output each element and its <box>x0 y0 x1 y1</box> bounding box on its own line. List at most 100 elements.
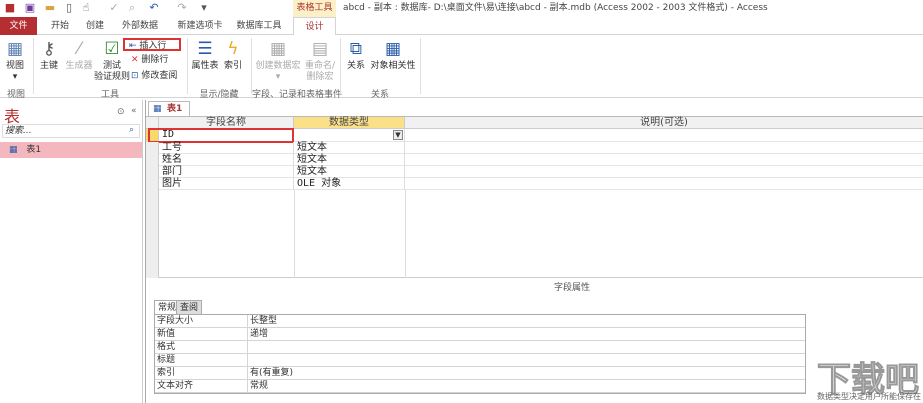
access-logo-icon: ■ <box>4 1 16 14</box>
divider <box>340 38 341 94</box>
relationships-button[interactable]: ⧉ 关系 <box>344 39 368 72</box>
search-icon[interactable]: ⌕ <box>129 125 134 135</box>
view-button[interactable]: ▦ 视图 ▾ <box>2 39 28 83</box>
rename-delete-macro-button[interactable]: ▤ 重命名/删除宏 <box>302 39 338 83</box>
rename-macro-label-2: 删除宏 <box>306 72 334 82</box>
tab-create[interactable]: 创建 <box>80 17 110 35</box>
row-selector[interactable] <box>146 154 159 166</box>
window-title: abcd - 副本 : 数据库- D:\桌面文件\易\连接\abcd - 副本.… <box>343 3 768 13</box>
field-name-cell[interactable]: 部门 <box>159 166 294 178</box>
data-type-cell[interactable] <box>294 129 405 142</box>
field-row[interactable]: 部门 短文本 <box>146 166 923 178</box>
delete-row-button[interactable]: ✕ 删除行 <box>131 54 168 67</box>
property-value[interactable]: 有(有重复) <box>247 367 807 380</box>
object-dependencies-label: 对象相关性 <box>370 61 416 71</box>
undo-icon[interactable]: ↶ <box>148 2 160 14</box>
save-icon[interactable]: ▣ <box>24 2 36 14</box>
tab-new-tab[interactable]: 新建选项卡 <box>172 17 228 35</box>
property-row[interactable]: 文本对齐 常规 <box>155 380 805 393</box>
key-icon: ⚷ <box>42 39 56 59</box>
nav-search-input[interactable]: 搜索... <box>2 124 140 138</box>
dropdown-arrow-icon[interactable]: ▼ <box>393 130 403 140</box>
lightning-icon: ϟ <box>227 39 239 59</box>
field-name-cell[interactable]: 工号 <box>159 142 294 154</box>
new-icon[interactable]: ▯ <box>63 2 75 14</box>
ribbon: ▦ 视图 ▾ 视图 ⚷ 主键 ⁄ 生成器 ☑ 测试 验证规则 ⇤ 插入行 ✕ 删除行 ⊡ 修… <box>0 35 923 100</box>
rename-macro-icon: ▤ <box>311 39 329 59</box>
property-value[interactable] <box>247 354 807 367</box>
data-type-cell[interactable]: 短文本 <box>294 154 405 166</box>
group-label-view: 视图 <box>6 90 25 100</box>
insert-row-button[interactable]: ⇤ 插入行 <box>123 38 181 51</box>
divider <box>251 38 252 94</box>
property-value[interactable]: 常规 <box>247 380 807 393</box>
indexes-button[interactable]: ϟ 索引 <box>222 39 244 72</box>
divider <box>187 38 188 94</box>
collapse-pane-icon[interactable]: « <box>131 106 137 116</box>
divider <box>405 190 406 278</box>
tab-home[interactable]: 开始 <box>44 17 76 35</box>
view-label: 视图 <box>5 61 24 71</box>
document-tab-table1[interactable]: ▦ 表1 <box>148 101 190 117</box>
field-row[interactable]: 姓名 短文本 <box>146 154 923 166</box>
header-description: 说明(可选) <box>405 117 923 129</box>
tab-database-tools[interactable]: 数据库工具 <box>234 17 284 35</box>
selected-field-highlight <box>148 128 294 143</box>
header-data-type: 数据类型 <box>294 117 405 129</box>
builder-button[interactable]: ⁄ 生成器 <box>62 39 96 72</box>
field-name-cell[interactable]: 姓名 <box>159 154 294 166</box>
divider <box>33 38 34 94</box>
property-row[interactable]: 标题 <box>155 354 805 367</box>
touch-mode-icon[interactable]: ☝ <box>80 2 92 14</box>
field-row[interactable]: 工号 短文本 <box>146 142 923 154</box>
property-value[interactable]: 递增 <box>247 328 807 341</box>
property-value[interactable] <box>247 341 807 354</box>
data-type-cell[interactable]: OLE 对象 <box>294 178 405 190</box>
open-icon[interactable]: ▬ <box>44 2 56 14</box>
object-dependencies-button[interactable]: ▦ 对象相关性 <box>370 39 416 72</box>
primary-key-button[interactable]: ⚷ 主键 <box>37 39 61 72</box>
modify-lookups-button[interactable]: ⊡ 修改查阅 <box>131 70 177 83</box>
group-label-relationships: 关系 <box>370 90 389 100</box>
view-icon: ▦ <box>6 39 24 59</box>
row-selector[interactable] <box>146 178 159 190</box>
property-row[interactable]: 字段大小 长整型 <box>155 315 805 328</box>
property-row[interactable]: 索引 有(有重复) <box>155 367 805 380</box>
property-value[interactable]: 长整型 <box>247 315 807 328</box>
field-name-cell[interactable]: 图片 <box>159 178 294 190</box>
table-icon: ▦ <box>153 104 162 114</box>
dependencies-icon: ▦ <box>384 39 402 59</box>
property-sheet-button[interactable]: ☰ 属性表 <box>190 39 220 72</box>
redo-icon[interactable]: ↷ <box>176 2 188 14</box>
print-preview-icon[interactable]: ⌕ <box>126 2 138 14</box>
customize-toolbar-icon[interactable]: ▾ <box>198 2 210 14</box>
macro-icon: ▦ <box>269 39 287 59</box>
spelling-icon[interactable]: ✓ <box>108 2 120 14</box>
wand-icon: ⁄ <box>77 39 81 59</box>
field-row[interactable]: 图片 OLE 对象 <box>146 178 923 190</box>
tab-design[interactable]: 设计 <box>293 17 336 36</box>
row-selector[interactable] <box>146 142 159 154</box>
relationships-icon: ⧉ <box>349 39 363 59</box>
row-selector[interactable] <box>146 166 159 178</box>
data-type-cell[interactable]: 短文本 <box>294 142 405 154</box>
test-rules-label-2: 验证规则 <box>94 72 131 82</box>
property-row[interactable]: 新值 递增 <box>155 328 805 341</box>
property-label: 字段大小 <box>157 316 194 326</box>
builder-label: 生成器 <box>65 61 93 71</box>
delete-row-icon: ✕ <box>131 55 139 65</box>
document-tab-label: 表1 <box>167 104 183 114</box>
title-bar: ■ ▣ ▬ ▯ ☝ ✓ ⌕ ↶ ↷ ▾ 表格工具 abcd - 副本 : 数据库… <box>0 0 923 17</box>
nav-item-table1[interactable]: ▦ 表1 <box>0 142 142 158</box>
tab-external-data[interactable]: 外部数据 <box>116 17 164 35</box>
data-type-cell[interactable]: 短文本 <box>294 166 405 178</box>
insert-row-label: 插入行 <box>139 41 167 51</box>
property-hint-text: 数据类型决定用户所能保存在 <box>817 392 921 401</box>
insert-row-icon: ⇤ <box>129 41 137 51</box>
group-label-show-hide: 显示/隐藏 <box>199 90 239 100</box>
create-data-macros-button[interactable]: ▦ 创建数据宏 ▾ <box>254 39 302 83</box>
property-row[interactable]: 格式 <box>155 341 805 354</box>
nav-menu-icon[interactable]: ⊙ <box>117 107 125 117</box>
tab-lookup[interactable]: 查阅 <box>176 300 203 314</box>
tab-file[interactable]: 文件 <box>0 17 37 35</box>
